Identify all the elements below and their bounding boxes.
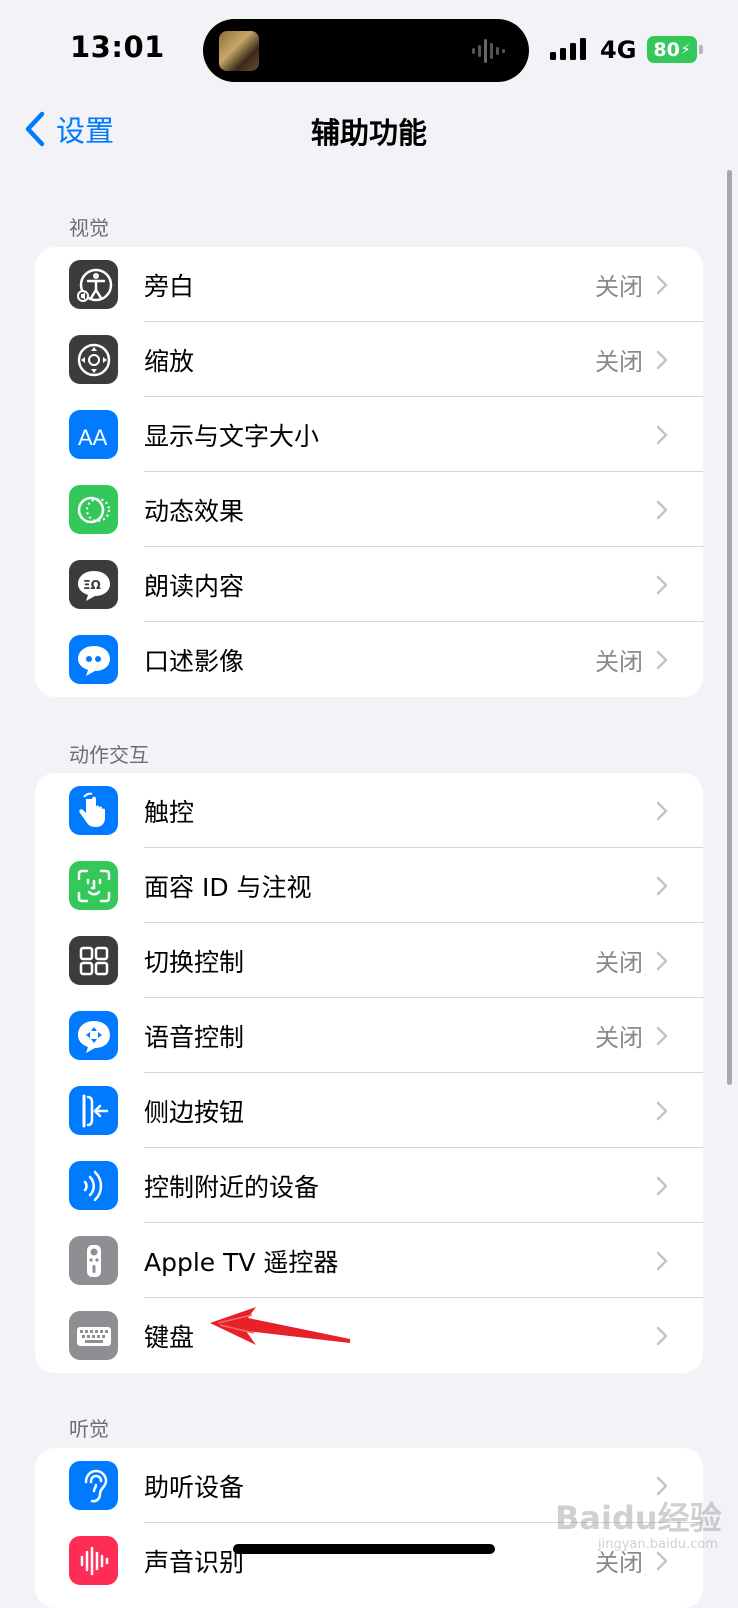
section-header-hearing: 听觉 (69, 1417, 109, 1441)
row-keyboard[interactable]: 键盘 (35, 1298, 703, 1373)
audio-waveform-icon (472, 39, 505, 63)
red-annotation-arrow (210, 1307, 350, 1345)
home-indicator[interactable] (233, 1544, 495, 1554)
remote-icon (69, 1236, 118, 1285)
row-value: 关闭 (595, 1024, 643, 1052)
spoken-content-icon: ΞΩ (69, 560, 118, 609)
row-switch-control[interactable]: 切换控制 关闭 (35, 923, 703, 998)
scroll-indicator[interactable] (727, 170, 732, 1085)
network-type: 4G (600, 36, 637, 64)
battery-cap (699, 45, 703, 54)
row-display-text-size[interactable]: AA 显示与文字大小 (35, 397, 703, 472)
row-voice-control[interactable]: 语音控制 关闭 (35, 998, 703, 1073)
row-label: 触控 (144, 797, 195, 827)
row-motion[interactable]: 动态效果 (35, 472, 703, 547)
chevron-right-icon (656, 350, 668, 370)
row-label: 口述影像 (144, 646, 245, 676)
keyboard-icon (69, 1311, 118, 1360)
row-label: 朗读内容 (144, 571, 245, 601)
row-side-button[interactable]: 侧边按钮 (35, 1073, 703, 1148)
chevron-right-icon (656, 801, 668, 821)
row-label: Apple TV 遥控器 (144, 1247, 339, 1277)
chevron-right-icon (656, 876, 668, 896)
row-label: 面容 ID 与注视 (144, 872, 312, 902)
chevron-right-icon (656, 575, 668, 595)
row-label: 声音识别 (144, 1547, 245, 1577)
row-value: 关闭 (595, 648, 643, 676)
chevron-right-icon (656, 1176, 668, 1196)
svg-text:ΞΩ: ΞΩ (83, 578, 101, 592)
audio-description-icon (69, 635, 118, 684)
section-header-vision: 视觉 (69, 216, 109, 240)
group-vision: 旁白 关闭 缩放 关闭 AA 显示与文字大小 动态效果 ΞΩ 朗读内容 口述影像… (35, 247, 703, 697)
chevron-right-icon (656, 425, 668, 445)
row-touch[interactable]: 触控 (35, 773, 703, 848)
row-nearby-devices[interactable]: 控制附近的设备 (35, 1148, 703, 1223)
chevron-right-icon (656, 951, 668, 971)
svg-text:AA: AA (78, 425, 108, 450)
row-label: 旁白 (144, 271, 195, 301)
switch-control-icon (69, 936, 118, 985)
chevron-right-icon (656, 500, 668, 520)
face-id-icon (69, 861, 118, 910)
motion-icon (69, 485, 118, 534)
text-size-icon: AA (69, 410, 118, 459)
row-zoom[interactable]: 缩放 关闭 (35, 322, 703, 397)
voiceover-icon (69, 260, 118, 309)
charging-bolt-icon: ⚡ (680, 41, 691, 58)
chevron-right-icon (656, 275, 668, 295)
chevron-right-icon (656, 1101, 668, 1121)
status-time: 13:01 (70, 30, 165, 64)
row-label: 显示与文字大小 (144, 421, 320, 451)
chevron-right-icon (656, 1551, 668, 1571)
chevron-right-icon (656, 650, 668, 670)
touch-icon (69, 786, 118, 835)
cellular-signal-icon (550, 38, 586, 60)
voice-control-icon (69, 1011, 118, 1060)
row-apple-tv-remote[interactable]: Apple TV 遥控器 (35, 1223, 703, 1298)
page-title: 辅助功能 (310, 116, 427, 150)
chevron-right-icon (656, 1251, 668, 1271)
now-playing-thumbnail (219, 31, 259, 71)
side-button-icon (69, 1086, 118, 1135)
row-value: 关闭 (595, 949, 643, 977)
row-value: 关闭 (595, 273, 643, 301)
battery-indicator: 80 ⚡ (647, 36, 697, 63)
sound-recognition-icon (69, 1536, 118, 1585)
row-voiceover[interactable]: 旁白 关闭 (35, 247, 703, 322)
row-label: 侧边按钮 (144, 1097, 245, 1127)
zoom-icon (69, 335, 118, 384)
row-label: 动态效果 (144, 496, 245, 526)
row-spoken-content[interactable]: ΞΩ 朗读内容 (35, 547, 703, 622)
group-physical-motor: 触控 面容 ID 与注视 切换控制 关闭 语音控制 关闭 侧边按钮 控制附近的设… (35, 773, 703, 1373)
chevron-right-icon (656, 1326, 668, 1346)
watermark: Baidu经验 (555, 1499, 722, 1537)
dynamic-island[interactable] (203, 19, 529, 82)
hearing-devices-icon (69, 1461, 118, 1510)
nearby-devices-icon (69, 1161, 118, 1210)
section-header-physical-motor: 动作交互 (69, 743, 149, 767)
chevron-right-icon (656, 1026, 668, 1046)
row-label: 控制附近的设备 (144, 1172, 320, 1202)
row-label: 切换控制 (144, 947, 245, 977)
row-face-id[interactable]: 面容 ID 与注视 (35, 848, 703, 923)
row-value: 关闭 (595, 348, 643, 376)
battery-level: 80 (653, 38, 680, 61)
row-label: 语音控制 (144, 1022, 245, 1052)
row-label: 助听设备 (144, 1472, 245, 1502)
row-label: 键盘 (144, 1322, 195, 1352)
row-audio-description[interactable]: 口述影像 关闭 (35, 622, 703, 697)
row-label: 缩放 (144, 346, 195, 376)
watermark-url: jingyan.baidu.com (598, 1537, 718, 1552)
